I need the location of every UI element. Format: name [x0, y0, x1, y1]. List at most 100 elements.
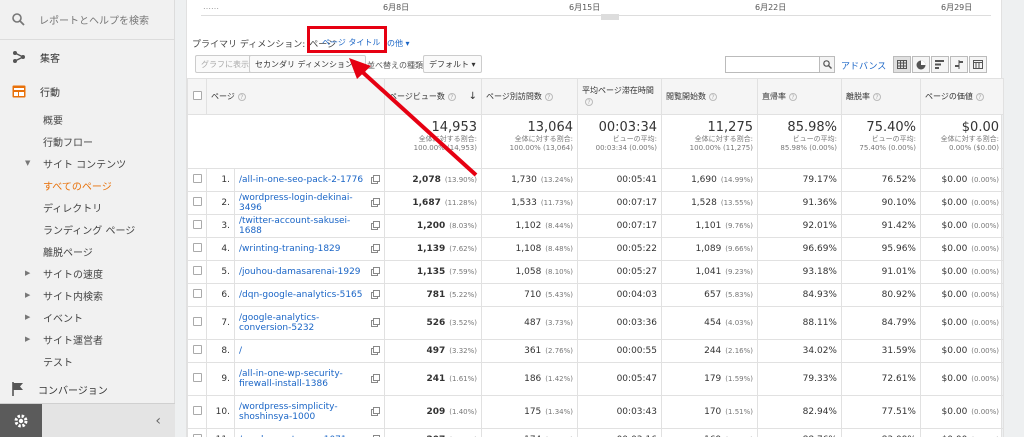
help-icon[interactable]: ? — [447, 93, 456, 101]
sidebar-item-label: 概要 — [43, 115, 63, 127]
sort-descending-icon[interactable]: ↓ — [469, 91, 477, 102]
row-checkbox[interactable] — [192, 266, 202, 275]
sidebar-item-site-speed[interactable]: ▶ サイトの速度 — [0, 262, 174, 284]
entrances-cell: 179 (1.59%) — [661, 362, 758, 396]
sidebar-item-publisher[interactable]: ▶ サイト運営者 — [0, 328, 174, 350]
select-all-cell[interactable] — [187, 78, 207, 115]
avg-time-cell: 00:04:03 — [577, 283, 662, 307]
external-link-icon[interactable] — [371, 407, 380, 416]
sidebar-item-acquisition[interactable]: 集客 — [0, 40, 174, 74]
entrances-cell: 454 (4.03%) — [661, 306, 758, 340]
help-icon[interactable]: ? — [873, 93, 881, 101]
help-icon[interactable]: ? — [544, 93, 553, 101]
page-link[interactable]: /wordpress-simplicity-shoshinsya-1000 — [239, 402, 338, 422]
flag-icon — [12, 382, 23, 396]
external-link-icon[interactable] — [371, 221, 380, 230]
row-checkbox[interactable] — [192, 345, 202, 354]
secondary-dimension-button[interactable]: セカンダリ ディメンション ▾ — [249, 55, 366, 73]
page-link[interactable]: /twitter-account-sakusei-1688 — [239, 216, 350, 236]
select-all-checkbox[interactable] — [192, 91, 202, 100]
dimension-page-title[interactable]: ページ タイトル — [322, 37, 380, 48]
help-icon[interactable]: ? — [585, 97, 593, 106]
page-link[interactable]: /all-in-one-wp-security-firewall-install… — [239, 369, 343, 389]
row-select-cell[interactable] — [187, 306, 207, 340]
row-checkbox[interactable] — [192, 197, 202, 206]
column-header-exit-rate[interactable]: 離脱率? — [841, 78, 921, 115]
external-link-icon[interactable] — [371, 244, 380, 253]
collapse-sidebar-button[interactable]: ‹ — [155, 413, 161, 429]
row-select-cell[interactable] — [187, 214, 207, 238]
row-select-cell[interactable] — [187, 260, 207, 284]
advanced-filter-link[interactable]: アドバンス — [841, 59, 886, 72]
row-checkbox[interactable] — [192, 174, 202, 183]
row-select-cell[interactable] — [187, 395, 207, 429]
sidebar-item-label: サイトの速度 — [43, 269, 103, 281]
row-select-cell[interactable] — [187, 362, 207, 396]
external-link-icon[interactable] — [371, 290, 380, 299]
chart-resize-handle[interactable] — [601, 14, 619, 20]
help-icon[interactable]: ? — [237, 93, 246, 101]
row-select-cell[interactable] — [187, 339, 207, 363]
column-header-page-value[interactable]: ページの価値? — [920, 78, 1004, 115]
row-checkbox[interactable] — [192, 220, 202, 229]
column-header-entrances[interactable]: 閲覧開始数? — [661, 78, 758, 115]
help-icon[interactable]: ? — [709, 93, 717, 101]
comparison-view-button[interactable] — [950, 56, 968, 73]
row-select-cell[interactable] — [187, 168, 207, 192]
external-link-icon[interactable] — [371, 318, 380, 327]
pivot-view-button[interactable] — [969, 56, 987, 73]
external-link-icon[interactable] — [371, 346, 380, 355]
sidebar-item-overview[interactable]: 概要 — [0, 108, 174, 130]
column-header-avg-time[interactable]: 平均ページ滞在時間? — [577, 78, 662, 115]
admin-button[interactable] — [0, 403, 42, 437]
table-view-button[interactable] — [893, 56, 911, 73]
sidebar-item-conversion[interactable]: コンバージョン — [0, 372, 174, 406]
sidebar-item-landing-pages[interactable]: ランディング ページ — [0, 218, 174, 240]
column-header-unique-pageviews[interactable]: ページ別訪問数? — [481, 78, 578, 115]
sidebar-item-all-pages[interactable]: すべてのページ — [0, 174, 174, 196]
page-link[interactable]: /jouhou-damasarenai-1929 — [239, 267, 361, 277]
page-link[interactable]: /wrinting-traning-1829 — [239, 244, 341, 254]
row-select-cell[interactable] — [187, 283, 207, 307]
sidebar-item-experiments[interactable]: テスト — [0, 350, 174, 372]
help-icon[interactable]: ? — [975, 93, 984, 101]
page-link[interactable]: /wordpress-login-dekinai-3496 — [239, 193, 353, 213]
row-select-cell[interactable] — [187, 237, 207, 261]
external-link-icon[interactable] — [371, 374, 380, 383]
external-link-icon[interactable] — [371, 267, 380, 276]
column-header-pageviews[interactable]: ページビュー数? ↓ — [384, 78, 482, 115]
help-icon[interactable]: ? — [789, 93, 797, 101]
row-checkbox[interactable] — [192, 317, 202, 326]
sidebar-item-behavior[interactable]: 行動 — [0, 74, 174, 108]
page-link[interactable]: /dqn-google-analytics-5165 — [239, 290, 363, 300]
row-checkbox[interactable] — [192, 289, 202, 298]
performance-view-button[interactable] — [931, 56, 949, 73]
sidebar-search[interactable]: レポートとヘルプを検索 — [0, 0, 174, 40]
plot-rows-button[interactable]: グラフに表示 — [195, 55, 255, 73]
row-select-cell[interactable] — [187, 428, 207, 437]
sidebar-item-site-search[interactable]: ▶ サイト内検索 — [0, 284, 174, 306]
sidebar-item-events[interactable]: ▶ イベント — [0, 306, 174, 328]
external-link-icon[interactable] — [371, 175, 380, 184]
table-search-button[interactable] — [819, 56, 835, 73]
page-link[interactable]: /google-analytics-conversion-5232 — [239, 313, 319, 333]
page-link[interactable]: / — [239, 346, 242, 356]
sidebar-item-directory[interactable]: ディレクトリ — [0, 196, 174, 218]
page-value-cell: $0.00(0.00%) — [920, 283, 1004, 307]
dimension-other[interactable]: の他 ▾ — [387, 38, 410, 49]
total-value: 13,064 — [527, 120, 574, 135]
column-header-page[interactable]: ページ? — [206, 78, 385, 115]
row-select-cell[interactable] — [187, 191, 207, 215]
sidebar-item-site-content[interactable]: ▼ サイト コンテンツ — [0, 152, 174, 174]
page-link[interactable]: /all-in-one-seo-pack-2-1776 — [239, 175, 363, 185]
row-checkbox[interactable] — [192, 406, 202, 415]
row-checkbox[interactable] — [192, 373, 202, 382]
external-link-icon[interactable] — [371, 198, 380, 207]
sidebar-item-behavior-flow[interactable]: 行動フロー — [0, 130, 174, 152]
sort-type-select[interactable]: デフォルト ▾ — [423, 55, 482, 73]
column-header-bounce-rate[interactable]: 直帰率? — [757, 78, 842, 115]
bounce-rate-value: 34.02% — [802, 346, 837, 356]
row-checkbox[interactable] — [192, 243, 202, 252]
sidebar-item-exit-pages[interactable]: 離脱ページ — [0, 240, 174, 262]
pie-view-button[interactable] — [912, 56, 930, 73]
